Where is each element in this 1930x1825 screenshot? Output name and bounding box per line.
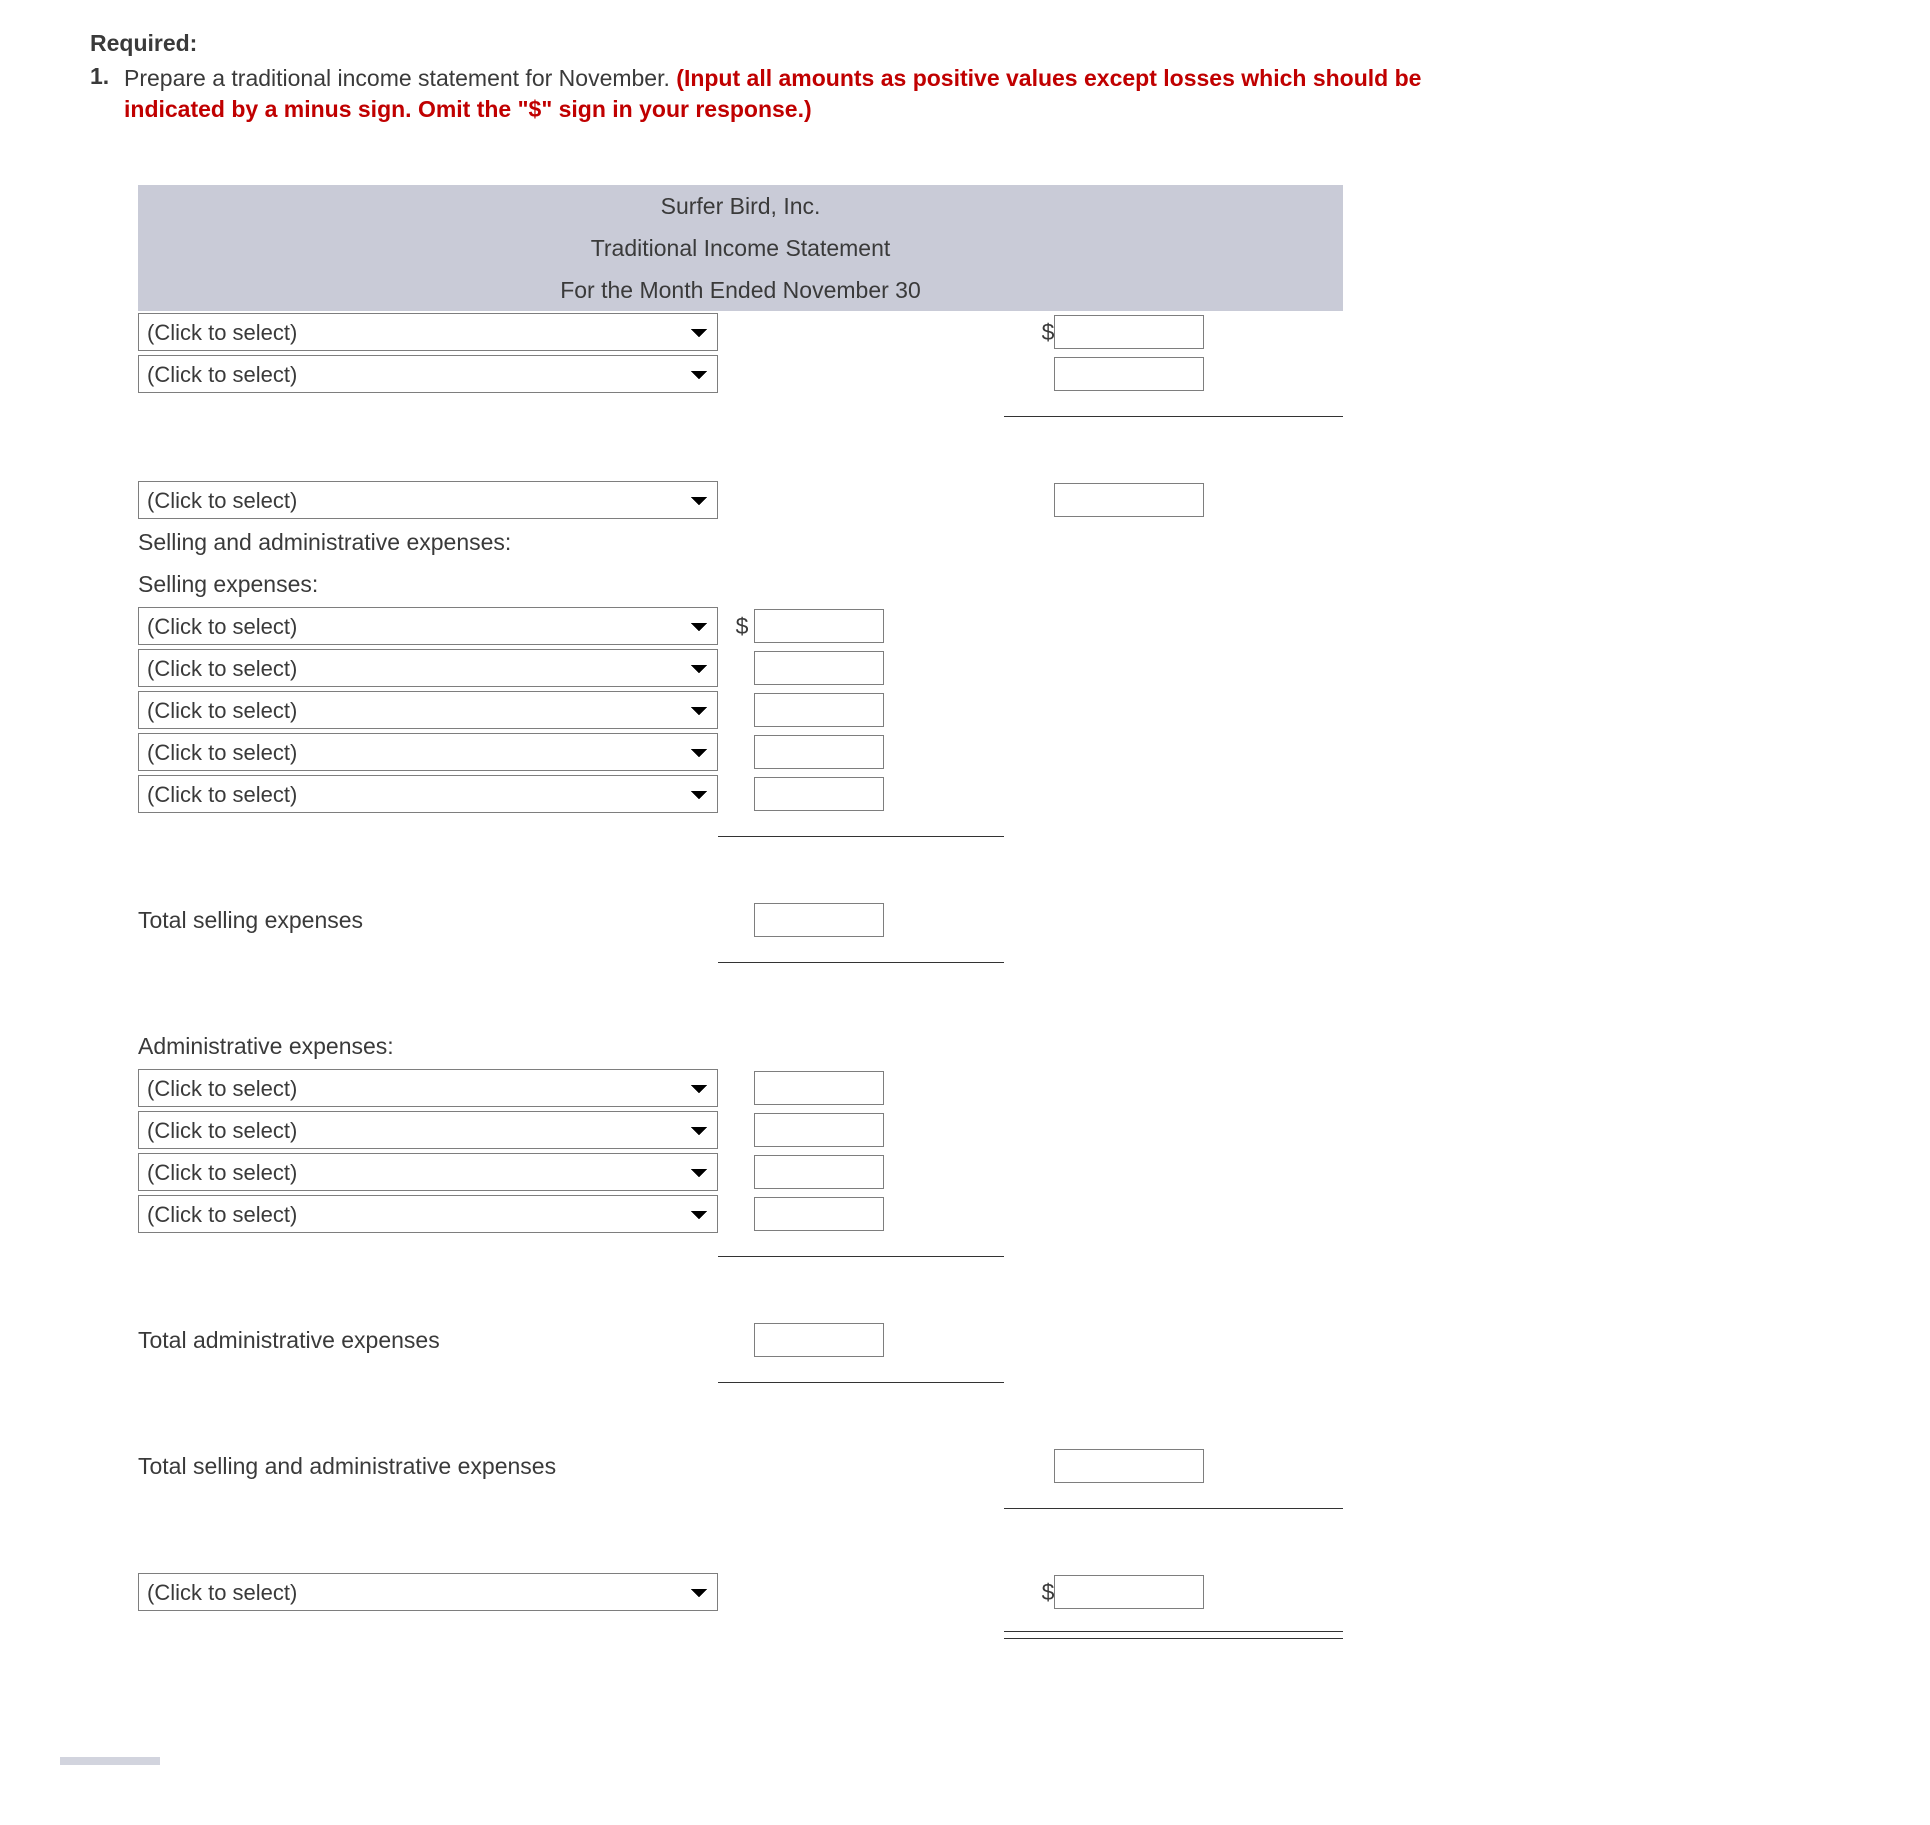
- total-selling-row: Total selling expenses: [138, 899, 1343, 941]
- amount-input[interactable]: [754, 1197, 884, 1231]
- sga-heading: Selling and administrative expenses:: [138, 521, 1343, 563]
- required-text: Prepare a traditional income statement f…: [124, 63, 1424, 125]
- dollar-sign: $: [1004, 1571, 1054, 1613]
- selling-heading-row: Selling expenses:: [138, 563, 1343, 605]
- required-number: 1.: [90, 63, 124, 125]
- total-admin-label: Total administrative expenses: [138, 1319, 718, 1361]
- line-select[interactable]: (Click to select): [138, 1573, 718, 1611]
- amount-input[interactable]: [1054, 315, 1204, 349]
- amount-input[interactable]: [754, 903, 884, 937]
- line-select[interactable]: (Click to select): [138, 733, 718, 771]
- statement-title: Traditional Income Statement: [138, 227, 1343, 269]
- selling-heading: Selling expenses:: [138, 563, 1343, 605]
- total-selling-label: Total selling expenses: [138, 899, 718, 941]
- selling-line-row: (Click to select): [138, 773, 1343, 815]
- subtotal-rule: [718, 1382, 1004, 1383]
- statement-period: For the Month Ended November 30: [138, 269, 1343, 311]
- selling-line-row: (Click to select) $: [138, 605, 1343, 647]
- total-admin-row: Total administrative expenses: [138, 1319, 1343, 1361]
- line-row: (Click to select): [138, 479, 1343, 521]
- line-select[interactable]: (Click to select): [138, 1069, 718, 1107]
- admin-line-row: (Click to select): [138, 1151, 1343, 1193]
- required-block: Required: 1. Prepare a traditional incom…: [90, 30, 1890, 125]
- net-income-row: (Click to select) $: [138, 1571, 1343, 1613]
- line-select[interactable]: (Click to select): [138, 313, 718, 351]
- instruction-prefix: Prepare a traditional income statement f…: [124, 65, 676, 91]
- admin-heading-row: Administrative expenses:: [138, 1025, 1343, 1067]
- amount-input[interactable]: [754, 1113, 884, 1147]
- line-select[interactable]: (Click to select): [138, 1111, 718, 1149]
- subtotal-rule: [718, 836, 1004, 837]
- statement-company: Surfer Bird, Inc.: [138, 185, 1343, 227]
- total-sga-row: Total selling and administrative expense…: [138, 1445, 1343, 1487]
- selling-line-row: (Click to select): [138, 731, 1343, 773]
- dollar-sign: $: [718, 605, 754, 647]
- amount-input[interactable]: [1054, 357, 1204, 391]
- subtotal-rule: [718, 1256, 1004, 1257]
- statement-table: Surfer Bird, Inc. Traditional Income Sta…: [138, 185, 1343, 1697]
- amount-input[interactable]: [754, 735, 884, 769]
- total-sga-label: Total selling and administrative expense…: [138, 1445, 1004, 1487]
- amount-input[interactable]: [754, 651, 884, 685]
- admin-heading: Administrative expenses:: [138, 1025, 1343, 1067]
- subtotal-rule: [718, 962, 1004, 963]
- amount-input[interactable]: [1054, 1449, 1204, 1483]
- line-select[interactable]: (Click to select): [138, 1153, 718, 1191]
- amount-input[interactable]: [754, 1071, 884, 1105]
- line-row: (Click to select): [138, 353, 1343, 395]
- amount-input[interactable]: [754, 1323, 884, 1357]
- amount-input[interactable]: [754, 777, 884, 811]
- line-select[interactable]: (Click to select): [138, 1195, 718, 1233]
- amount-input[interactable]: [754, 1155, 884, 1189]
- admin-line-row: (Click to select): [138, 1067, 1343, 1109]
- total-rule: [1004, 1638, 1343, 1639]
- selling-line-row: (Click to select): [138, 647, 1343, 689]
- required-item: 1. Prepare a traditional income statemen…: [90, 63, 1890, 125]
- subtotal-rule: [1004, 416, 1343, 417]
- line-select[interactable]: (Click to select): [138, 607, 718, 645]
- line-select[interactable]: (Click to select): [138, 481, 718, 519]
- line-select[interactable]: (Click to select): [138, 355, 718, 393]
- line-select[interactable]: (Click to select): [138, 649, 718, 687]
- sga-heading-row: Selling and administrative expenses:: [138, 521, 1343, 563]
- line-select[interactable]: (Click to select): [138, 691, 718, 729]
- amount-input[interactable]: [1054, 483, 1204, 517]
- amount-input[interactable]: [1054, 1575, 1204, 1609]
- admin-line-row: (Click to select): [138, 1109, 1343, 1151]
- footer-accent-bar: [60, 1757, 160, 1765]
- selling-line-row: (Click to select): [138, 689, 1343, 731]
- income-statement: Surfer Bird, Inc. Traditional Income Sta…: [138, 185, 1343, 1697]
- amount-input[interactable]: [754, 609, 884, 643]
- required-heading: Required:: [90, 30, 1890, 57]
- total-rule: [1004, 1631, 1343, 1636]
- dollar-sign: $: [1004, 311, 1054, 353]
- line-select[interactable]: (Click to select): [138, 775, 718, 813]
- admin-line-row: (Click to select): [138, 1193, 1343, 1235]
- amount-input[interactable]: [754, 693, 884, 727]
- line-row: (Click to select) $: [138, 311, 1343, 353]
